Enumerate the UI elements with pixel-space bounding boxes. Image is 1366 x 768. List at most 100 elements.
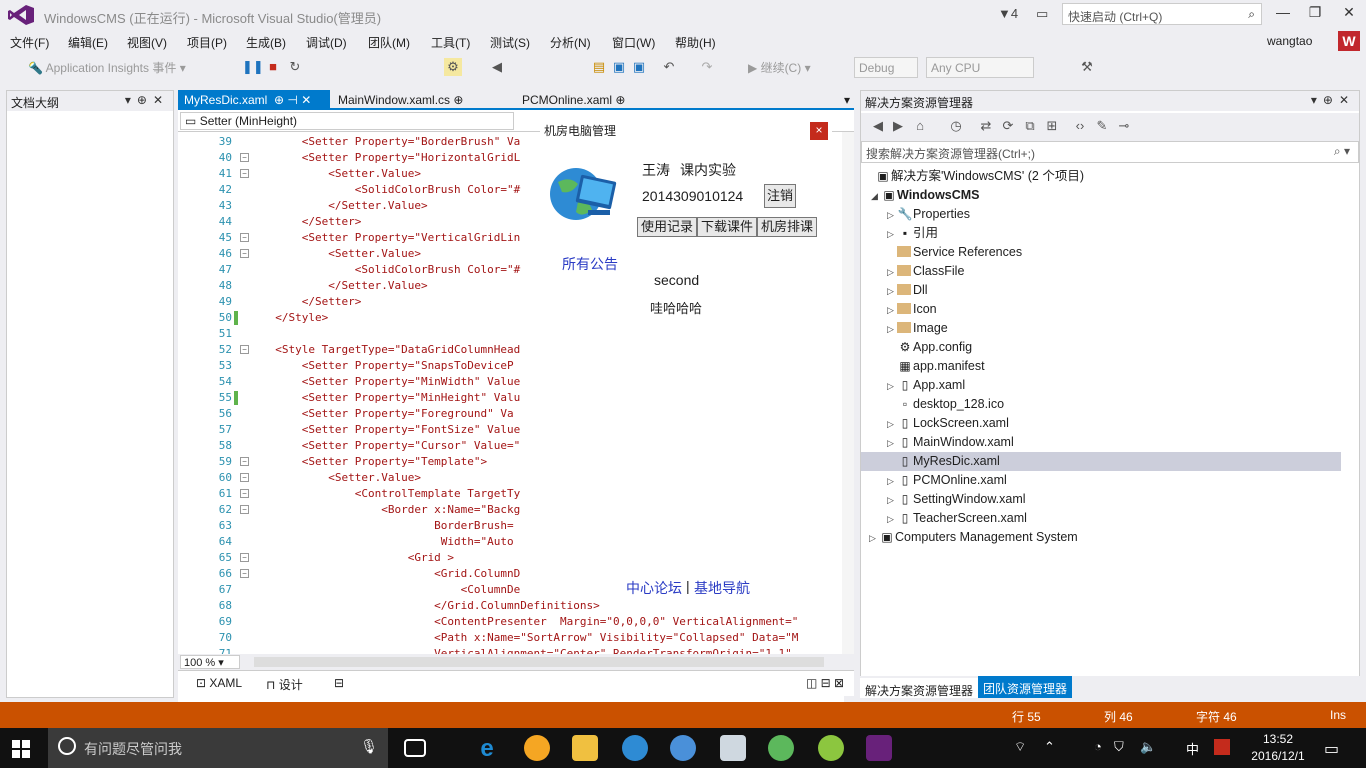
lab-schedule-button[interactable]: 机房排课 — [757, 217, 817, 237]
nav-link[interactable]: 基地导航 — [694, 578, 750, 598]
stop-icon[interactable]: ■ — [264, 58, 282, 76]
tree-item-4[interactable]: ▷ Dll — [861, 281, 1341, 300]
expand-arrow-icon[interactable]: ▷ — [887, 320, 897, 339]
globe-app-icon[interactable] — [622, 735, 648, 761]
collapse-icon[interactable]: ⧉ — [1021, 117, 1039, 135]
continue-button[interactable]: ▶ 继续(C) ▾ — [748, 59, 811, 76]
code-line[interactable]: </Setter.Value> — [262, 278, 427, 294]
menu-build[interactable]: 生成(B) — [246, 34, 286, 51]
swap-panes-icon[interactable]: ⊟ — [334, 676, 344, 690]
restore-button[interactable]: ❐ — [1300, 4, 1330, 26]
tree-item-9[interactable]: ▷ ▯ App.xaml — [861, 376, 1341, 395]
code-line[interactable]: <Border x:Name="Backg — [262, 502, 520, 518]
tree-item-13[interactable]: ▯ MyResDic.xaml — [861, 452, 1341, 471]
menu-window[interactable]: 窗口(W) — [612, 34, 655, 51]
code-line[interactable]: <SolidColorBrush Color="# — [262, 182, 521, 198]
expand-arrow-icon[interactable]: ▷ — [887, 472, 897, 491]
wifi-icon[interactable]: ⌔ — [1014, 739, 1026, 755]
back-icon[interactable]: ◀ — [488, 58, 506, 76]
tree-item-6[interactable]: ▷ Image — [861, 319, 1341, 338]
code-line[interactable]: <Style TargetType="DataGridColumnHead — [262, 342, 520, 358]
app-close-button[interactable]: × — [810, 122, 828, 140]
fold-toggle-icon[interactable]: − — [240, 153, 249, 162]
fold-toggle-icon[interactable]: − — [240, 345, 249, 354]
solution-root[interactable]: ▣ 解决方案'WindowsCMS' (2 个项目) — [861, 167, 1341, 186]
code-line[interactable]: <Setter Property="MinWidth" Value — [262, 374, 521, 390]
network-app-icon[interactable] — [670, 735, 696, 761]
microphone-icon[interactable]: 🎙 — [360, 738, 378, 755]
sync-icon[interactable]: ⇄ — [977, 117, 995, 135]
code-line[interactable]: </Setter> — [262, 294, 362, 310]
member-nav-select[interactable]: ▭ Setter (MinHeight) — [180, 112, 514, 130]
view-code-icon[interactable]: ‹› — [1071, 117, 1089, 135]
download-courseware-button[interactable]: 下载课件 — [697, 217, 757, 237]
user-name[interactable]: wangtao — [1267, 34, 1312, 48]
code-line[interactable]: </Setter> — [262, 214, 362, 230]
edge-icon[interactable]: e — [474, 735, 500, 762]
platform-select[interactable]: Any CPU — [926, 57, 1034, 78]
tree-item-3[interactable]: ▷ ClassFile — [861, 262, 1341, 281]
tab-xaml[interactable]: ⊡ XAML — [196, 676, 242, 690]
minimize-button[interactable]: — — [1268, 4, 1298, 26]
show-all-icon[interactable]: ⊞ — [1043, 117, 1061, 135]
history-icon[interactable]: ◷ — [947, 117, 965, 135]
network-icon[interactable]: ◔ — [1094, 739, 1102, 754]
tree-item-15[interactable]: ▷ ▯ SettingWindow.xaml — [861, 490, 1341, 509]
code-line[interactable]: <Setter Property="Template"> — [262, 454, 487, 470]
code-line[interactable]: <ContentPresenter Margin="0,0,0,0" Verti… — [262, 614, 798, 630]
file-explorer-icon[interactable] — [572, 735, 598, 761]
code-line[interactable]: <SolidColorBrush Color="# — [262, 262, 521, 278]
menu-help[interactable]: 帮助(H) — [675, 34, 716, 51]
logout-button[interactable]: 注销 — [764, 184, 796, 208]
project-windowscms[interactable]: ◢ ▣ WindowsCMS — [861, 186, 1341, 205]
input-method-icon[interactable] — [1214, 739, 1230, 755]
fold-toggle-icon[interactable]: − — [240, 233, 249, 242]
notification-flag-icon[interactable]: ▼4 — [998, 6, 1018, 21]
menu-edit[interactable]: 编辑(E) — [68, 34, 108, 51]
properties-wrench-icon[interactable]: ✎ — [1093, 117, 1111, 135]
code-line[interactable]: <Setter.Value> — [262, 246, 421, 262]
menu-debug[interactable]: 调试(D) — [306, 34, 347, 51]
clock[interactable]: 13:52 2016/12/1 — [1248, 731, 1308, 765]
redo-icon[interactable]: ↷ — [698, 58, 716, 76]
fold-toggle-icon[interactable]: − — [240, 553, 249, 562]
code-line[interactable]: <Path x:Name="SortArrow" Visibility="Col… — [262, 630, 798, 646]
windows-start-icon[interactable] — [12, 740, 30, 758]
tree-item-16[interactable]: ▷ ▯ TeacherScreen.xaml — [861, 509, 1341, 528]
code-line[interactable]: <ColumnDe — [262, 582, 521, 598]
menu-project[interactable]: 项目(P) — [187, 34, 227, 51]
code-line[interactable]: <Setter Property="HorizontalGridL — [262, 150, 521, 166]
tree-item-5[interactable]: ▷ Icon — [861, 300, 1341, 319]
expand-arrow-icon[interactable]: ▷ — [887, 377, 897, 396]
close-button[interactable]: ✕ — [1334, 4, 1364, 26]
code-line[interactable]: <Grid.ColumnD — [262, 566, 520, 582]
code-line[interactable]: <Setter Property="MinHeight" Valu — [262, 390, 521, 406]
code-line[interactable]: BorderBrush= — [262, 518, 514, 534]
home-icon[interactable]: ⌂ — [911, 117, 929, 135]
cortana-search[interactable]: 有问题尽管问我 🎙 — [48, 728, 388, 768]
code-line[interactable]: </Setter.Value> — [262, 198, 427, 214]
media-app-icon[interactable] — [524, 735, 550, 761]
browser-app-icon[interactable] — [818, 735, 844, 761]
code-line[interactable]: </Grid.ColumnDefinitions> — [262, 598, 600, 614]
fold-toggle-icon[interactable]: − — [240, 505, 249, 514]
expand-arrow-icon[interactable]: ▷ — [887, 282, 897, 301]
code-line[interactable]: <Setter.Value> — [262, 470, 421, 486]
expand-arrow-icon[interactable]: ▷ — [887, 206, 897, 225]
expand-arrow-icon[interactable]: ▷ — [887, 301, 897, 320]
preview-icon[interactable]: ⊸ — [1115, 117, 1133, 135]
avatar[interactable]: W — [1338, 31, 1360, 51]
code-line[interactable]: <ControlTemplate TargetTy — [262, 486, 521, 502]
project-cms[interactable]: ▷ ▣ Computers Management System — [861, 528, 1341, 547]
menu-analyze[interactable]: 分析(N) — [550, 34, 591, 51]
panel-controls-icon[interactable]: ▾⊕✕ — [1311, 93, 1355, 107]
refresh-icon[interactable]: ⟳ — [999, 117, 1017, 135]
undo-icon[interactable]: ↶ — [660, 58, 678, 76]
shield-icon[interactable]: ⛉ — [1114, 739, 1124, 755]
code-line[interactable]: <Setter Property="BorderBrush" Va — [262, 134, 521, 150]
tree-item-11[interactable]: ▷ ▯ LockScreen.xaml — [861, 414, 1341, 433]
code-line[interactable]: <Setter Property="Cursor" Value=" — [262, 438, 521, 454]
save-icon[interactable]: ▣ — [610, 58, 628, 76]
code-line[interactable]: <Setter.Value> — [262, 166, 421, 182]
menu-team[interactable]: 团队(M) — [368, 34, 410, 51]
